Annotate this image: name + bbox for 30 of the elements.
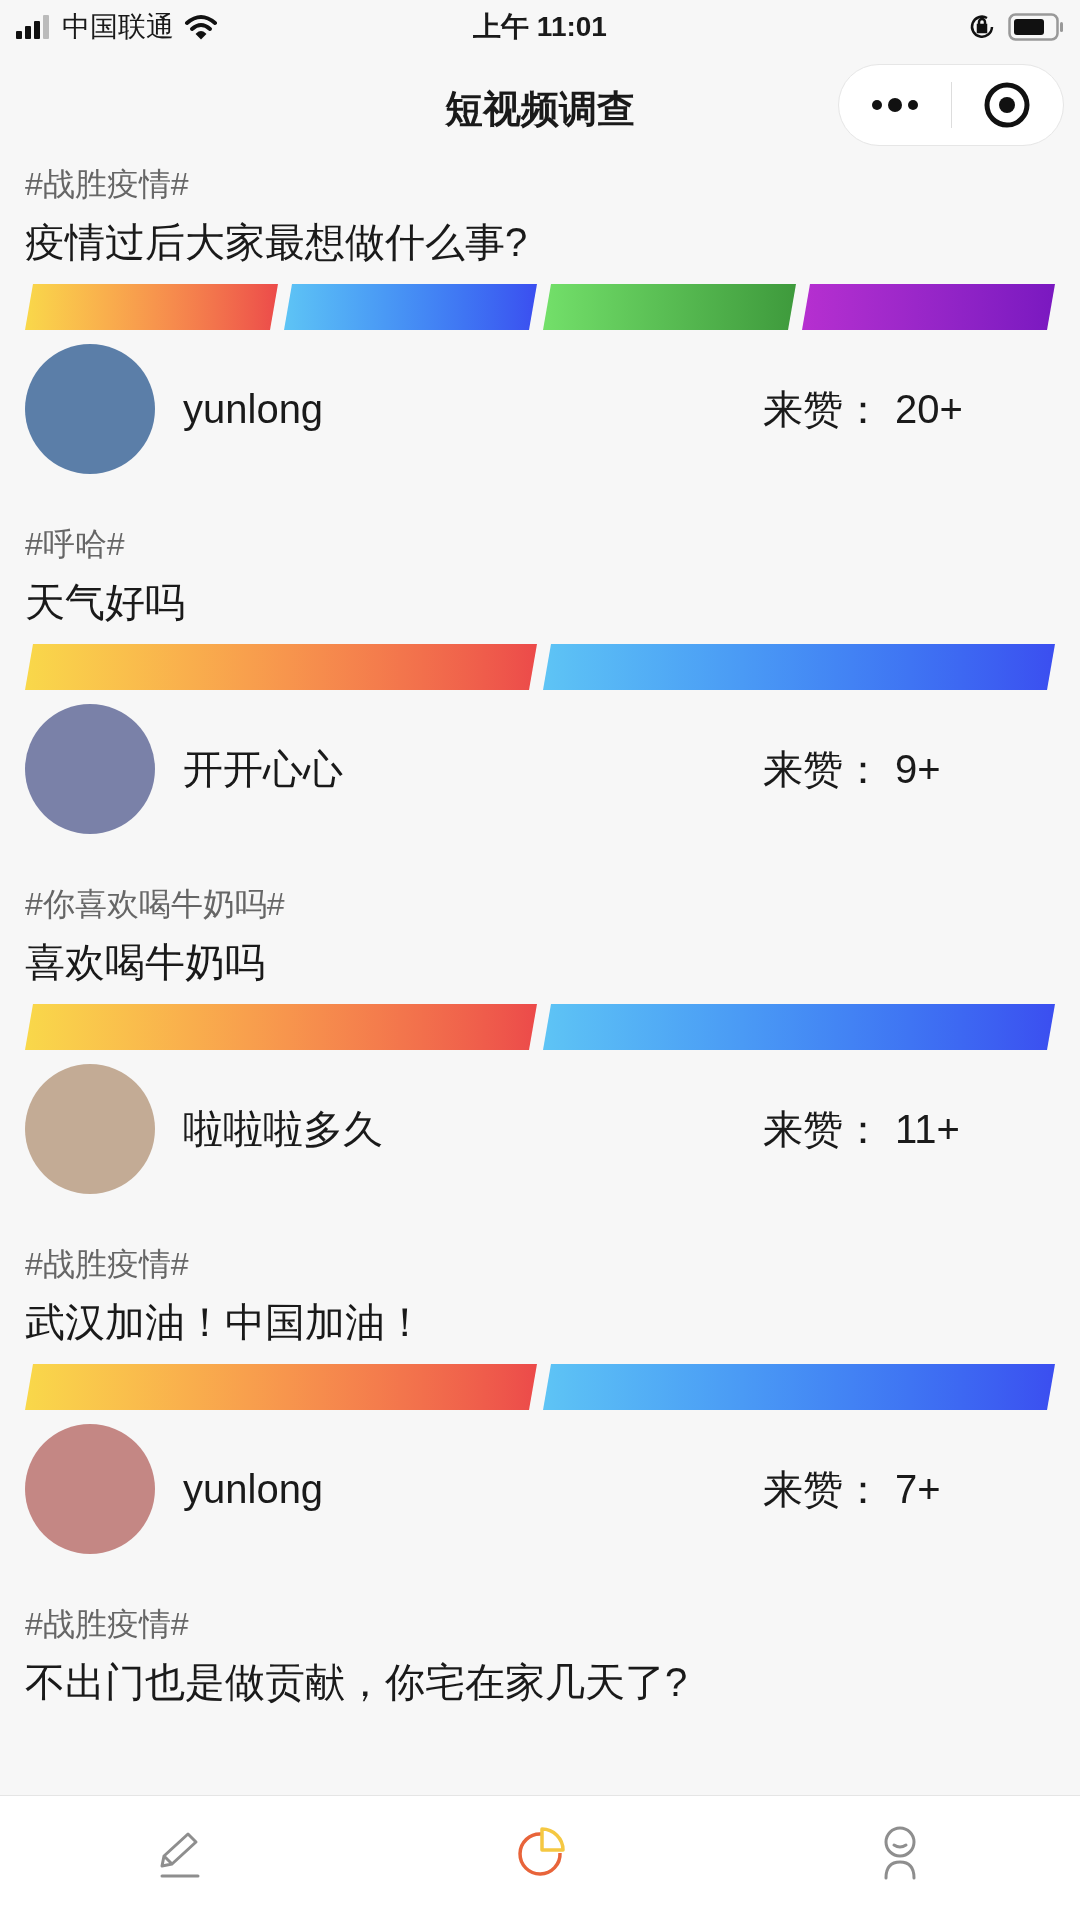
- rotation-lock-icon: [968, 13, 996, 41]
- likes-label: 来赞：: [763, 1466, 883, 1513]
- topic-tag: #你喜欢喝牛奶吗#: [25, 884, 1055, 924]
- target-icon: [983, 81, 1032, 129]
- post-title[interactable]: 疫情过后大家最想做什么事?: [25, 214, 1055, 270]
- page-title: 短视频调查: [445, 86, 635, 132]
- carrier-name: 中国联通: [62, 10, 174, 44]
- username: yunlong: [183, 386, 325, 433]
- topic-tag: #战胜疫情#: [25, 164, 1055, 204]
- post-title[interactable]: 天气好吗: [25, 574, 1055, 630]
- post-title[interactable]: 武汉加油！中国加油！: [25, 1294, 1055, 1350]
- username: 开开心心: [183, 746, 344, 793]
- likes-count: 11+: [895, 1106, 961, 1153]
- topic-tag: #呼哈#: [25, 524, 1055, 564]
- username: yunlong: [183, 1466, 325, 1513]
- likes-label: 来赞：: [763, 746, 883, 793]
- status-time: 上午 11:01: [473, 10, 607, 44]
- username: 啦啦啦多久: [183, 1106, 384, 1153]
- likes-label: 来赞：: [763, 1106, 883, 1153]
- topic-tag: #战胜疫情#: [25, 1244, 1055, 1284]
- likes-count: 20+: [895, 386, 964, 433]
- wifi-icon: [184, 14, 218, 40]
- battery-icon: [1008, 13, 1064, 41]
- signal-icon: [16, 15, 52, 39]
- post-title[interactable]: 不出门也是做贡献，你宅在家几天了?: [25, 1654, 1055, 1710]
- likes-count: 7+: [895, 1466, 942, 1513]
- likes-label: 来赞：: [763, 386, 883, 433]
- post-title[interactable]: 喜欢喝牛奶吗: [25, 934, 1055, 990]
- topic-tag: #战胜疫情#: [25, 1604, 1055, 1644]
- likes-count: 9+: [895, 746, 942, 793]
